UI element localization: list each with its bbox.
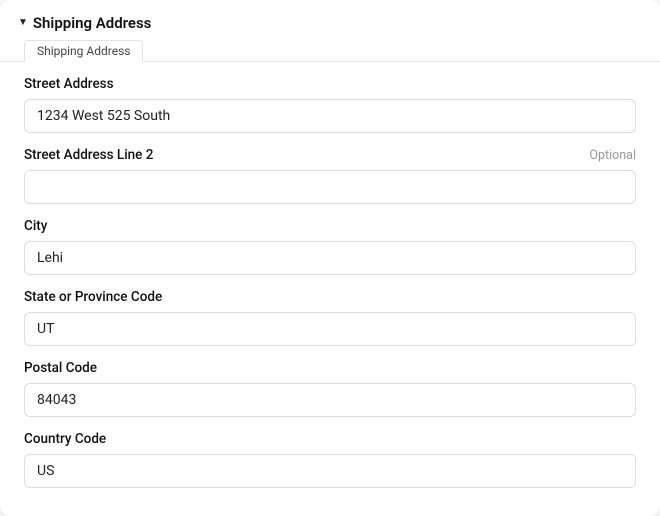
optional-text: Optional [589,148,636,163]
field-postal-code: Postal Code [24,360,636,417]
form-body: Street Address Street Address Line 2 Opt… [0,62,660,488]
shipping-address-panel: ▼ Shipping Address Shipping Address Stre… [0,0,660,516]
field-street-address: Street Address [24,76,636,133]
city-label: City [24,218,47,234]
collapse-arrow-icon: ▼ [18,18,28,28]
field-city: City [24,218,636,275]
street-address-2-input[interactable] [24,170,636,204]
section-header[interactable]: ▼ Shipping Address [0,10,660,38]
postal-code-label: Postal Code [24,360,97,376]
street-address-2-label: Street Address Line 2 [24,147,153,163]
street-address-label: Street Address [24,76,114,92]
tab-shipping-address[interactable]: Shipping Address [24,40,143,62]
field-country-code: Country Code [24,431,636,488]
section-title: Shipping Address [33,14,152,32]
state-input[interactable] [24,312,636,346]
country-code-label: Country Code [24,431,106,447]
country-code-input[interactable] [24,454,636,488]
city-input[interactable] [24,241,636,275]
state-label: State or Province Code [24,289,162,305]
street-address-input[interactable] [24,99,636,133]
postal-code-input[interactable] [24,383,636,417]
field-state: State or Province Code [24,289,636,346]
field-street-address-2: Street Address Line 2 Optional [24,147,636,204]
tab-bar: Shipping Address [0,36,660,62]
